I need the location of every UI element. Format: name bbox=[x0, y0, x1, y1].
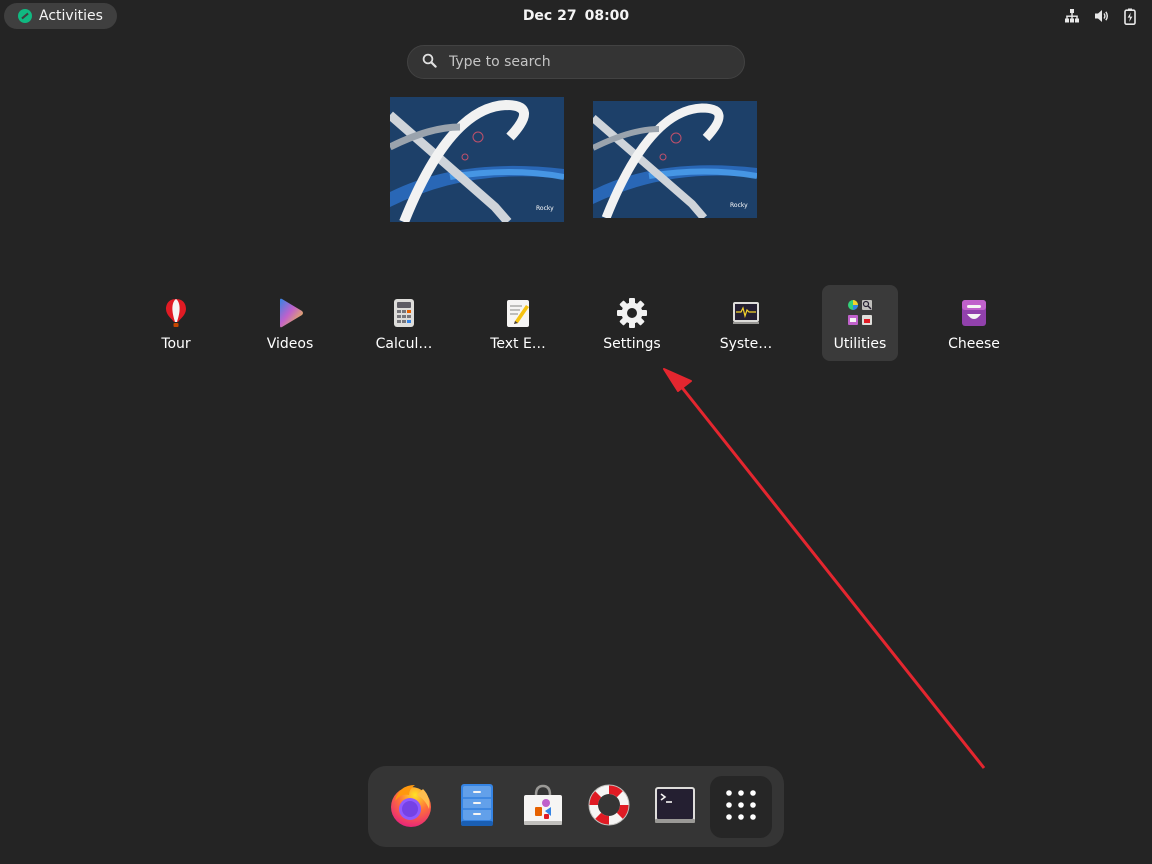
workspace-thumbnail-1[interactable]: Rocky bbox=[390, 97, 564, 222]
play-icon bbox=[274, 297, 306, 329]
workspace-2-watermark: Rocky bbox=[730, 202, 748, 209]
lifebuoy-icon bbox=[585, 781, 633, 833]
app-label: Videos bbox=[266, 336, 314, 352]
app-videos[interactable]: Videos bbox=[252, 285, 328, 361]
activities-label: Activities bbox=[39, 8, 103, 24]
annotation-arrow bbox=[663, 368, 986, 769]
app-label: Settings bbox=[603, 336, 661, 352]
system-tray[interactable] bbox=[1064, 6, 1136, 26]
app-calculator[interactable]: Calcul… bbox=[366, 285, 442, 361]
dock-files[interactable] bbox=[446, 776, 508, 838]
dock-terminal[interactable] bbox=[644, 776, 706, 838]
dock-firefox[interactable] bbox=[380, 776, 442, 838]
app-settings[interactable]: Settings bbox=[594, 285, 670, 361]
top-bar: Activities Dec 27 08:00 bbox=[0, 0, 1152, 32]
activities-button[interactable]: Activities bbox=[4, 3, 117, 29]
app-label: Calcul… bbox=[375, 336, 433, 352]
grid-dots-icon bbox=[725, 789, 757, 825]
cheese-icon bbox=[958, 297, 990, 329]
search-bar[interactable] bbox=[407, 45, 745, 79]
app-text-editor[interactable]: Text E… bbox=[480, 285, 556, 361]
app-tour[interactable]: Tour bbox=[138, 285, 214, 361]
workspace-thumbnail-2[interactable]: Rocky bbox=[593, 101, 757, 218]
app-label: Utilities bbox=[833, 336, 887, 352]
network-wired-icon[interactable] bbox=[1064, 8, 1080, 24]
calculator-icon bbox=[388, 297, 420, 329]
rocky-logo-icon bbox=[18, 9, 32, 23]
dash-dock bbox=[368, 766, 784, 847]
firefox-icon bbox=[387, 781, 435, 833]
clock-time: 08:00 bbox=[584, 8, 630, 24]
software-bag-icon bbox=[519, 781, 567, 833]
app-folder-utilities[interactable]: Utilities bbox=[822, 285, 898, 361]
app-system-monitor[interactable]: Syste… bbox=[708, 285, 784, 361]
battery-icon[interactable] bbox=[1124, 8, 1136, 25]
terminal-icon bbox=[651, 781, 699, 833]
dock-help[interactable] bbox=[578, 776, 640, 838]
search-input[interactable] bbox=[447, 53, 721, 71]
app-label: Text E… bbox=[490, 336, 546, 352]
gear-icon bbox=[616, 297, 648, 329]
clock[interactable]: Dec 27 08:00 bbox=[0, 0, 1152, 32]
app-label: Syste… bbox=[719, 336, 773, 352]
show-apps-button[interactable] bbox=[710, 776, 772, 838]
system-monitor-icon bbox=[730, 297, 762, 329]
gnome-activities-overview: Activities Dec 27 08:00 Type to search R… bbox=[0, 0, 1152, 864]
workspace-1-watermark: Rocky bbox=[536, 205, 554, 212]
app-cheese[interactable]: Cheese bbox=[936, 285, 1012, 361]
app-label: Cheese bbox=[948, 336, 1000, 352]
text-editor-icon bbox=[502, 297, 534, 329]
clock-date: Dec 27 bbox=[522, 8, 577, 24]
search-icon bbox=[422, 53, 437, 72]
app-label: Tour bbox=[161, 336, 191, 352]
file-cabinet-icon bbox=[453, 781, 501, 833]
volume-icon[interactable] bbox=[1094, 8, 1110, 24]
utilities-folder-icon bbox=[844, 297, 876, 329]
dock-software[interactable] bbox=[512, 776, 574, 838]
balloon-icon bbox=[160, 297, 192, 329]
